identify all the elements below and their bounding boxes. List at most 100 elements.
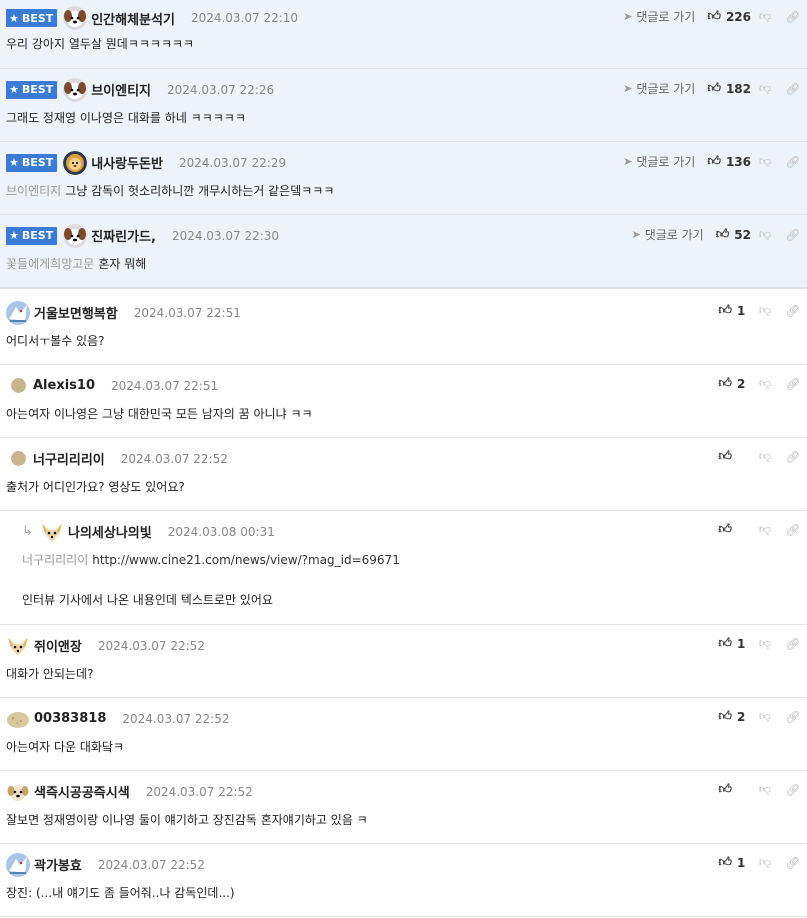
- comment-nickname[interactable]: 너구리리리이: [33, 449, 105, 468]
- thumbs-down-icon[interactable]: 👎︎: [751, 227, 779, 242]
- comment-nickname[interactable]: 00383818: [34, 711, 106, 726]
- comment-time: 2024.03.07 22:51: [111, 378, 219, 393]
- lion-avatar-icon[interactable]: [63, 150, 88, 175]
- comment-time: 2024.03.07 22:10: [190, 11, 299, 25]
- comment-nickname[interactable]: 브이엔티지: [91, 80, 151, 99]
- like-button[interactable]: 👍︎: [718, 782, 751, 797]
- best-comment: ★ BEST 브이엔티지 2024.03.07 22:26 그래도 정재영 이나영…: [0, 69, 807, 142]
- location-arrow-icon: ➤: [623, 82, 633, 95]
- dog-avatar-icon[interactable]: [63, 77, 88, 102]
- comment-nickname[interactable]: Alexis10: [33, 378, 95, 393]
- mention-nickname[interactable]: 꽃들에게희망고문: [6, 257, 94, 271]
- best-badge: ★ BEST: [6, 9, 58, 27]
- link-icon[interactable]: 🔗︎: [779, 523, 807, 537]
- thumbs-up-icon: 👍︎: [718, 522, 732, 537]
- thumbs-down-icon[interactable]: 👎︎: [751, 376, 779, 391]
- like-button[interactable]: 👍︎: [718, 522, 751, 537]
- like-button[interactable]: 👍︎ 1: [718, 303, 751, 318]
- like-button[interactable]: 👍︎ 2: [718, 709, 751, 724]
- thumbs-down-icon[interactable]: 👎︎: [751, 522, 779, 537]
- like-button[interactable]: 👍︎ 136: [707, 154, 751, 169]
- best-badge: ★ BEST: [6, 80, 58, 99]
- link-icon[interactable]: 🔗︎: [779, 82, 807, 96]
- thumbs-up-icon: 👍︎: [718, 636, 732, 651]
- comment-text: 아는여자 이나영은 그냥 대한민국 모든 남자의 꿈 아니냐 ㅋㅋ: [6, 407, 313, 421]
- default-avatar-icon[interactable]: [11, 451, 26, 466]
- link-icon[interactable]: 🔗︎: [779, 856, 807, 870]
- thumbs-down-icon[interactable]: 👎︎: [751, 154, 779, 169]
- mention-nickname[interactable]: 브이엔티지: [6, 184, 61, 198]
- comment-nickname[interactable]: 나의세상나의빛: [68, 522, 152, 541]
- thumbs-down-icon[interactable]: 👎︎: [751, 303, 779, 318]
- thumbs-up-icon: 👍︎: [707, 154, 721, 169]
- thumbs-up-icon: 👍︎: [707, 81, 721, 96]
- dog-avatar-icon[interactable]: [63, 6, 88, 30]
- like-button[interactable]: 👍︎ 52: [716, 227, 751, 242]
- comment-nickname[interactable]: 내사랑두돈반: [91, 153, 163, 172]
- comment: 쥐이앤장 2024.03.07 22:52 대화가 안되는데? 👍︎ 1 👎︎ 🔗…: [0, 625, 807, 698]
- comment-nickname[interactable]: 곽가봉효: [34, 855, 82, 874]
- article-link[interactable]: http://www.cine21.com/news/view/?mag_id=…: [92, 553, 400, 567]
- link-icon[interactable]: 🔗︎: [779, 228, 807, 242]
- goto-comment-link[interactable]: ➤ 댓글로 가기: [631, 226, 703, 243]
- bird-avatar-icon[interactable]: [6, 300, 30, 325]
- comment-time: 2024.03.07 22:29: [178, 155, 287, 170]
- thumbs-up-icon: 👍︎: [718, 709, 732, 724]
- best-badge: ★ BEST: [6, 153, 58, 172]
- comment: 00383818 2024.03.07 22:52 아는여자 다운 대화닼ㅋ 👍…: [0, 698, 807, 771]
- comment-nickname[interactable]: 색즉시공공즉시색: [34, 782, 130, 801]
- link-icon[interactable]: 🔗︎: [779, 10, 807, 24]
- thumbs-up-icon: 👍︎: [707, 9, 721, 24]
- star-icon: ★: [9, 156, 19, 169]
- comment-nickname[interactable]: 쥐이앤장: [34, 636, 82, 655]
- thumbs-down-icon[interactable]: 👎︎: [751, 855, 779, 870]
- comment-nickname[interactable]: 거울보면행복함: [34, 303, 118, 322]
- bird-avatar-icon[interactable]: [6, 852, 30, 877]
- thumbs-up-icon: 👍︎: [718, 376, 732, 391]
- link-icon[interactable]: 🔗︎: [779, 783, 807, 797]
- fox-avatar-icon[interactable]: [6, 633, 30, 658]
- comment-text: 잘보면 정재영이랑 이나영 둘이 얘기하고 장진감독 혼자얘기하고 있음 ㅋ: [6, 813, 368, 827]
- like-button[interactable]: 👍︎ 226: [707, 9, 751, 24]
- comment: 색즉시공공즉시색 2024.03.07 22:52 잘보면 정재영이랑 이나영 …: [0, 771, 807, 844]
- comment-time: 2024.03.07 22:26: [167, 82, 275, 97]
- link-icon[interactable]: 🔗︎: [779, 710, 807, 724]
- location-arrow-icon: ➤: [623, 155, 633, 168]
- comment-nickname[interactable]: 진짜린가드,: [91, 226, 156, 245]
- default-avatar-icon[interactable]: [11, 378, 26, 393]
- thumbs-down-icon[interactable]: 👎︎: [751, 81, 779, 96]
- thumbs-down-icon[interactable]: 👎︎: [751, 709, 779, 724]
- thumbs-down-icon[interactable]: 👎︎: [751, 449, 779, 464]
- thumbs-down-icon[interactable]: 👎︎: [751, 782, 779, 797]
- potato-avatar-icon[interactable]: [6, 707, 30, 731]
- like-button[interactable]: 👍︎ 1: [718, 636, 751, 651]
- like-button[interactable]: 👍︎ 2: [718, 376, 751, 391]
- thumbs-up-icon: 👍︎: [718, 449, 732, 464]
- best-comment: ★ BEST 내사랑두돈반 2024.03.07 22:29 브이엔티지 그냥 감독…: [0, 142, 807, 215]
- thumbs-up-icon: 👍︎: [715, 227, 730, 242]
- like-button[interactable]: 👍︎ 182: [707, 81, 751, 96]
- mention-nickname[interactable]: 너구리리리이: [22, 553, 88, 567]
- dog-avatar-icon[interactable]: [63, 223, 88, 248]
- puppy-avatar-icon[interactable]: [6, 779, 30, 804]
- link-icon[interactable]: 🔗︎: [779, 450, 807, 464]
- link-icon[interactable]: 🔗︎: [779, 637, 807, 651]
- comment-text: 너구리리리이 http://www.cine21.com/news/view/?m…: [22, 553, 400, 607]
- comment: Alexis10 2024.03.07 22:51 아는여자 이나영은 그냥 대…: [0, 365, 807, 438]
- like-button[interactable]: 👍︎ 1: [718, 855, 751, 870]
- link-icon[interactable]: 🔗︎: [779, 377, 807, 391]
- goto-comment-link[interactable]: ➤ 댓글로 가기: [623, 8, 695, 25]
- like-button[interactable]: 👍︎: [718, 449, 751, 464]
- link-icon[interactable]: 🔗︎: [779, 304, 807, 318]
- goto-comment-link[interactable]: ➤ 댓글로 가기: [623, 80, 695, 97]
- goto-comment-link[interactable]: ➤ 댓글로 가기: [623, 153, 695, 170]
- comment: 너구리리리이 2024.03.07 22:52 출처가 어디인가요? 영상도 있…: [0, 438, 807, 511]
- location-arrow-icon: ➤: [631, 228, 641, 241]
- thumbs-down-icon[interactable]: 👎︎: [751, 9, 779, 24]
- fox-avatar-icon[interactable]: [40, 519, 64, 544]
- best-badge: ★ BEST: [6, 226, 58, 245]
- comment-nickname[interactable]: 인간해체분석기: [91, 9, 175, 28]
- link-icon[interactable]: 🔗︎: [779, 155, 807, 169]
- best-comment: ★ BEST 인간해체분석기 2024.03.07 22:10 우리 강아지 열두…: [0, 0, 807, 69]
- thumbs-down-icon[interactable]: 👎︎: [751, 636, 779, 651]
